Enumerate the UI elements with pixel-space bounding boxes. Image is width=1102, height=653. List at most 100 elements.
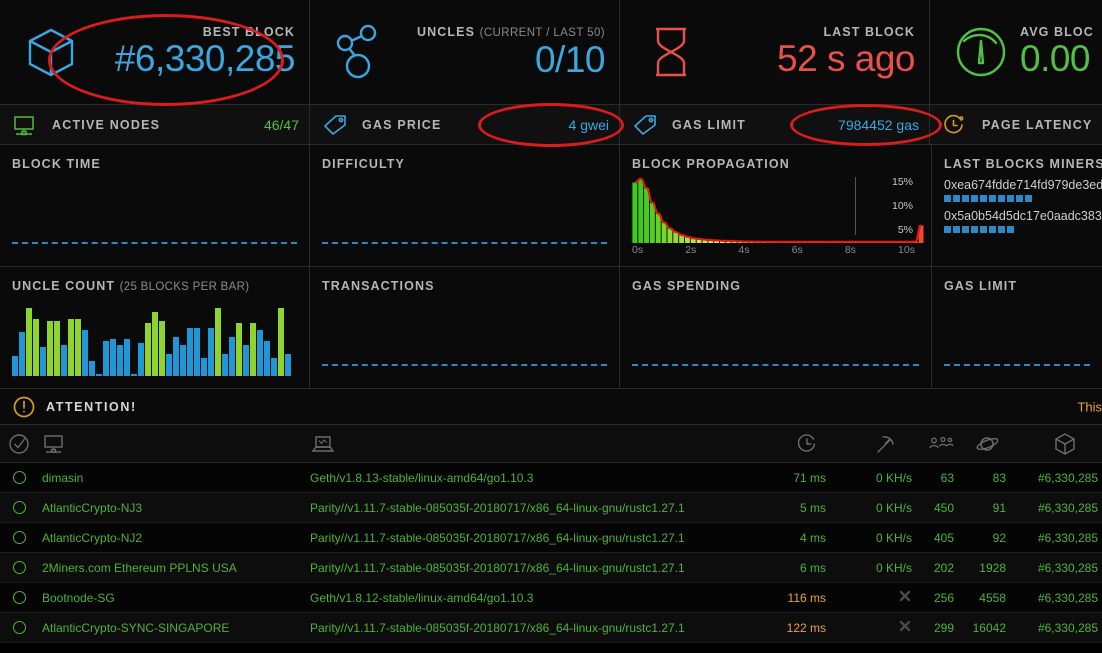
node-latency: 5 ms	[750, 501, 826, 515]
x-tick-4s: 4s	[738, 244, 749, 258]
uncle-count-bar	[250, 323, 256, 376]
tag-icon	[322, 114, 362, 136]
miners-list: 0xea674fdde714fd979de3edf0f56aa9716b898e…	[944, 178, 1092, 233]
chart-difficulty: DIFFICULTY	[310, 145, 620, 267]
x-tick-8s: 8s	[845, 244, 856, 258]
chart-transactions: TRANSACTIONS	[310, 267, 620, 389]
node-block: #6,330,285	[1006, 501, 1098, 515]
uncle-count-bar	[152, 312, 158, 376]
stopwatch-icon	[942, 114, 982, 136]
chart-block-propagation: BLOCK PROPAGATION 15% 10% 5% 0s 2s 4s 6s…	[620, 145, 932, 267]
node-peers: 405	[912, 531, 954, 545]
miner-block-square	[980, 195, 987, 202]
status-dot	[13, 561, 26, 574]
y-tick-10: 10%	[892, 201, 913, 211]
miner-block-square	[953, 195, 960, 202]
uncle-count-bar	[215, 308, 221, 376]
hourglass-icon	[632, 21, 710, 83]
uncle-count-bar	[124, 339, 130, 376]
uncle-count-bar	[47, 321, 53, 376]
uncle-count-bar	[201, 358, 207, 376]
header-peers-icon[interactable]	[912, 434, 954, 454]
node-hashrate	[826, 619, 912, 636]
miner-block-square	[989, 195, 996, 202]
empty-baseline	[12, 242, 297, 244]
miner-block-square	[971, 195, 978, 202]
chart-gas-spending: GAS SPENDING	[620, 267, 932, 389]
x-tick-10s: 10s	[898, 244, 915, 258]
propagation-y-axis: 15% 10% 5%	[855, 177, 915, 235]
x-tick-6s: 6s	[792, 244, 803, 258]
table-row[interactable]: 2Miners.com Ethereum PPLNS USAParity//v1…	[0, 553, 1102, 583]
node-peers: 299	[912, 621, 954, 635]
uncle-count-bar	[194, 328, 200, 376]
header-planet-icon[interactable]	[954, 434, 1006, 454]
uncle-count-bar	[180, 345, 186, 376]
node-uptime: 92	[954, 531, 1006, 545]
uncles-sublabel: (CURRENT / LAST 50)	[480, 27, 605, 39]
propagation-x-axis: 0s 2s 4s 6s 8s 10s	[632, 244, 915, 258]
chart-transactions-title: TRANSACTIONS	[322, 279, 609, 293]
node-blockhash: d9600ce	[1098, 561, 1102, 575]
header-check-circle-icon[interactable]	[0, 433, 38, 455]
charts-row-2: UNCLE COUNT (25 BLOCKS PER BAR) TRANSACT…	[0, 267, 1102, 389]
node-client: Parity//v1.11.7-stable-085035f-20180717/…	[310, 561, 750, 575]
empty-baseline	[322, 242, 607, 244]
table-row[interactable]: dimasinGeth/v1.8.13-stable/linux-amd64/g…	[0, 463, 1102, 493]
ethstats-dashboard: BEST BLOCK #6,330,285 ACTIVE NODES 46/47	[0, 0, 1102, 653]
last-block-value: 52 s ago	[710, 39, 915, 79]
gas-limit-label: GAS LIMIT	[672, 118, 838, 132]
uncle-count-bar	[257, 330, 263, 376]
miner-block-square	[944, 226, 951, 233]
header-cube-icon[interactable]	[1006, 432, 1098, 456]
active-nodes-panel: ACTIVE NODES 46/47	[0, 105, 309, 145]
node-hashrate: 0 KH/s	[826, 531, 912, 545]
uncle-count-bar	[12, 356, 18, 376]
node-uptime: 1928	[954, 561, 1006, 575]
table-row[interactable]: Bootnode-SGGeth/v1.8.12-stable/linux-amd…	[0, 583, 1102, 613]
gas-price-panel: GAS PRICE 4 gwei	[310, 105, 619, 145]
header-pickaxe-icon[interactable]	[826, 433, 912, 455]
status-dot	[13, 531, 26, 544]
node-blockhash: d9600ce	[1098, 621, 1102, 635]
node-latency: 116 ms	[750, 591, 826, 605]
node-block: #6,330,285	[1006, 561, 1098, 575]
status-dot	[13, 621, 26, 634]
stat-column-last-block: LAST BLOCK 52 s ago GAS LIMIT 7984452 ga…	[620, 0, 930, 145]
node-uptime: 4558	[954, 591, 1006, 605]
node-uptime: 83	[954, 471, 1006, 485]
miner-block-square	[962, 226, 969, 233]
gas-limit-value: 7984452 gas	[838, 117, 919, 133]
node-latency: 122 ms	[750, 621, 826, 635]
node-peers: 63	[912, 471, 954, 485]
header-clock-icon[interactable]	[750, 433, 826, 455]
node-status-indicator	[0, 471, 38, 484]
y-tick-5: 5%	[898, 225, 913, 235]
attention-label: ATTENTION!	[46, 400, 137, 414]
node-status-indicator	[0, 561, 38, 574]
avg-block-value: 0.00	[1020, 39, 1088, 79]
avg-block-label: AVG BLOC	[1020, 25, 1088, 39]
x-tick-0s: 0s	[632, 244, 643, 258]
miner-block-indicators	[944, 226, 1092, 233]
uncle-count-bar	[159, 321, 165, 376]
attention-bar: ATTENTION! This	[0, 389, 1102, 425]
node-status-indicator	[0, 501, 38, 514]
best-block-value: #6,330,285	[90, 39, 295, 79]
table-row[interactable]: AtlanticCrypto-NJ3Parity//v1.11.7-stable…	[0, 493, 1102, 523]
last-block-panel: LAST BLOCK 52 s ago	[620, 0, 929, 105]
node-name: AtlanticCrypto-SYNC-SINGAPORE	[38, 621, 310, 635]
table-row[interactable]: AtlanticCrypto-SYNC-SINGAPOREParity//v1.…	[0, 613, 1102, 643]
nodes-table-header	[0, 425, 1102, 463]
table-row[interactable]: AtlanticCrypto-NJ2Parity//v1.11.7-stable…	[0, 523, 1102, 553]
header-monitor-icon[interactable]	[38, 433, 310, 455]
header-laptop-icon[interactable]	[310, 433, 750, 455]
y-tick-15: 15%	[892, 177, 913, 187]
last-block-label: LAST BLOCK	[710, 25, 915, 39]
node-block: #6,330,285	[1006, 531, 1098, 545]
chart-gas-limit-title: GAS LIMIT	[944, 279, 1092, 293]
stat-column-best-block: BEST BLOCK #6,330,285 ACTIVE NODES 46/47	[0, 0, 310, 145]
miner-block-square	[989, 226, 996, 233]
node-latency: 4 ms	[750, 531, 826, 545]
no-hashrate-icon	[898, 589, 912, 603]
